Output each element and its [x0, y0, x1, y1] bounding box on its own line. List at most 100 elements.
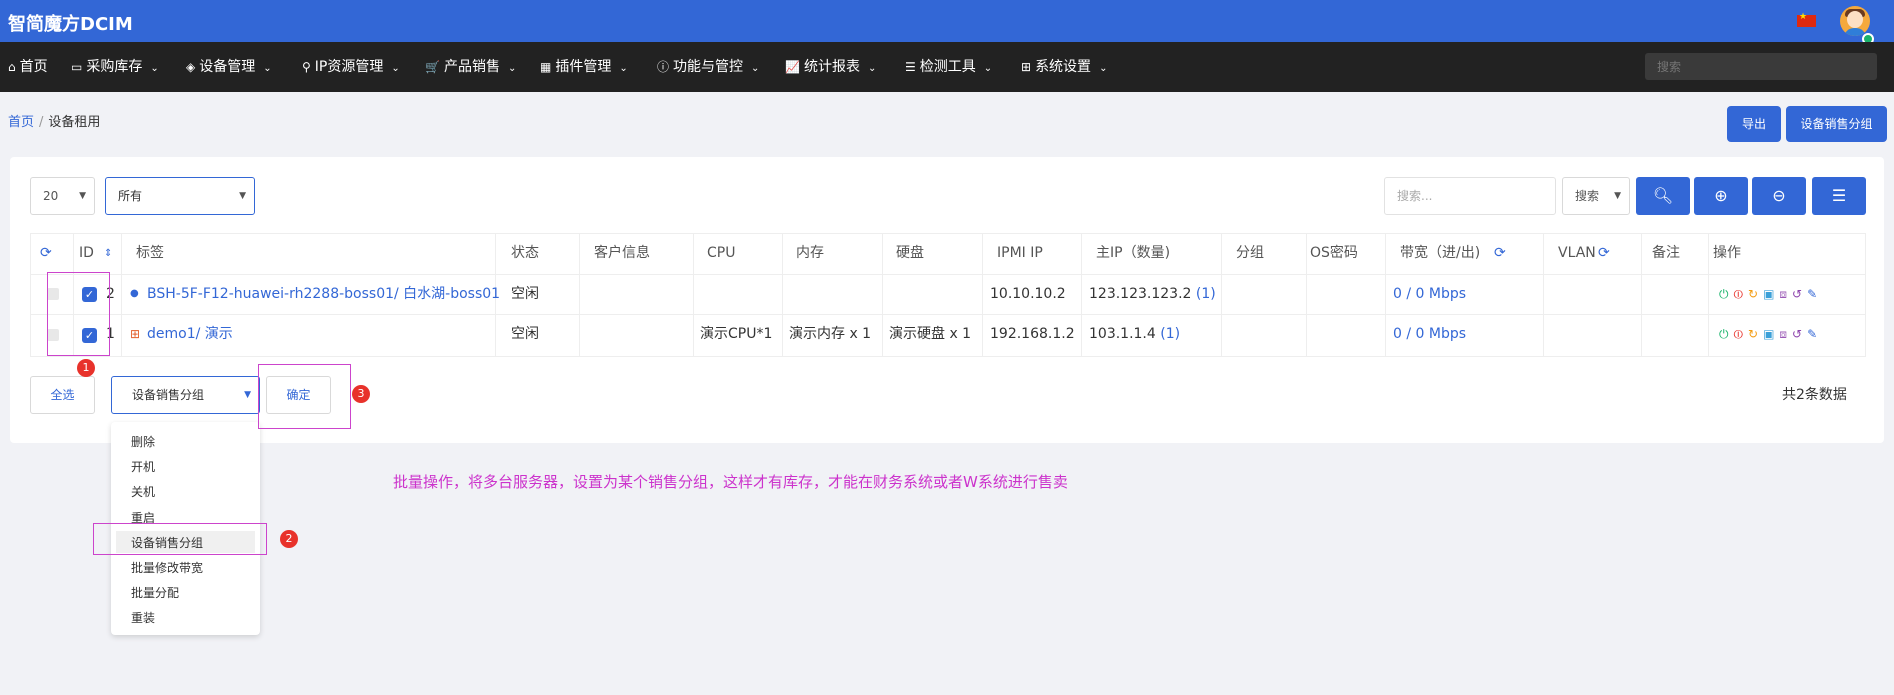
annotation-box-confirm — [258, 364, 351, 429]
reinstall-icon[interactable]: ↺ — [1792, 287, 1802, 301]
col-customer: 客户信息 — [594, 245, 650, 261]
zoom-out-icon: ⊖ — [1772, 186, 1786, 205]
avatar[interactable] — [1840, 6, 1870, 36]
device-label-link[interactable]: demo1/ 演示 — [147, 314, 233, 354]
chevron-down-icon: ⌄ — [619, 63, 628, 74]
top-bar — [0, 0, 1894, 42]
ip-count-link[interactable]: (1) — [1196, 286, 1216, 302]
nav-product-sales[interactable]: 🛒 产品销售 ⌄ — [425, 42, 516, 92]
power-off-icon[interactable]: ⏼ — [1734, 327, 1744, 341]
kvm-icon[interactable]: ⧈ — [1779, 287, 1787, 301]
sales-group-button[interactable]: 设备销售分组 — [1786, 106, 1887, 142]
dropdown-item-power-on[interactable]: 开机 — [131, 458, 155, 475]
nav-device-management[interactable]: ◈ 设备管理 ⌄ — [186, 42, 272, 92]
search-type-select[interactable]: 搜索 ▼ — [1562, 177, 1630, 215]
chevron-down-icon: ⌄ — [507, 63, 517, 74]
menu-icon: ☰ — [1831, 186, 1847, 205]
annotation-box-checkboxes — [47, 272, 110, 356]
dropdown-item-bandwidth[interactable]: 批量修改带宽 — [131, 559, 203, 576]
nav-reports[interactable]: 📈 统计报表 ⌄ — [785, 42, 876, 92]
os-circle-icon: ● — [130, 288, 139, 299]
row-disk: 演示硬盘 x 1 — [889, 326, 972, 342]
chevron-down-icon: ⌄ — [263, 63, 272, 74]
nav-functions-control[interactable]: ⓘ 功能与管控 ⌄ — [657, 42, 759, 92]
reinstall-icon[interactable]: ↺ — [1792, 327, 1802, 341]
breadcrumb-home[interactable]: 首页 — [8, 115, 34, 130]
chevron-down-icon: ⌄ — [1099, 63, 1108, 74]
caret-down-icon: ▼ — [239, 191, 246, 201]
caret-down-icon: ▼ — [244, 390, 251, 400]
nav-search-input[interactable] — [1645, 53, 1877, 80]
dropdown-item-assign[interactable]: 批量分配 — [131, 584, 179, 601]
col-id[interactable]: ID — [79, 233, 94, 274]
kvm-icon[interactable]: ⧈ — [1779, 327, 1787, 341]
cube-icon: ◈ — [186, 60, 196, 74]
restart-icon[interactable]: ↻ — [1748, 287, 1758, 301]
caret-down-icon: ▼ — [1614, 191, 1621, 201]
breadcrumb: 首页 / 设备租用 — [8, 115, 101, 130]
col-main-ip: 主IP（数量) — [1096, 245, 1171, 261]
col-remark: 备注 — [1652, 245, 1680, 261]
edit-icon[interactable]: ✎ — [1807, 287, 1817, 301]
row-status: 空闲 — [511, 326, 539, 342]
status-filter-select[interactable]: 所有 ▼ — [105, 177, 255, 215]
breadcrumb-current: 设备租用 — [48, 115, 101, 130]
caret-down-icon: ▼ — [79, 191, 86, 201]
annotation-marker-2: 2 — [280, 530, 298, 548]
row-main-ip: 123.123.123.2 (1) — [1089, 286, 1216, 302]
row-ipmi: 192.168.1.2 — [990, 326, 1075, 342]
grid-icon: ▦ — [540, 60, 552, 74]
page-size-select[interactable]: 20 ▼ — [30, 177, 95, 215]
chevron-down-icon: ⌄ — [391, 63, 400, 74]
nav-purchase-stock[interactable]: ▭ 采购库存 ⌄ — [71, 42, 159, 92]
ip-count-link[interactable]: (1) — [1160, 326, 1180, 342]
restart-icon[interactable]: ↻ — [1748, 327, 1758, 341]
col-ipmi: IPMI IP — [997, 245, 1043, 261]
power-on-icon[interactable]: ⏻ — [1719, 327, 1729, 341]
row-bandwidth[interactable]: 0 / 0 Mbps — [1393, 314, 1466, 354]
zoom-in-button[interactable]: ⊕ — [1694, 177, 1748, 215]
row-actions: ⏻ ⏼ ↻ ▣ ⧈ ↺ ✎ — [1719, 314, 1822, 354]
china-flag-icon[interactable] — [1797, 12, 1816, 27]
dropdown-item-reinstall[interactable]: 重装 — [131, 609, 155, 626]
dropdown-item-delete[interactable]: 删除 — [131, 433, 155, 450]
chevron-down-icon: ⌄ — [150, 63, 159, 74]
nav-system-settings[interactable]: ⊞ 系统设置 ⌄ — [1021, 42, 1107, 92]
row-bandwidth[interactable]: 0 / 0 Mbps — [1393, 274, 1466, 314]
chevron-down-icon: ⌄ — [751, 63, 760, 74]
export-button[interactable]: 导出 — [1727, 106, 1781, 142]
app-title[interactable]: 智简魔方DCIM — [8, 10, 133, 36]
nav-plugins[interactable]: ▦ 插件管理 ⌄ — [540, 42, 628, 92]
power-off-icon[interactable]: ⏼ — [1734, 287, 1744, 301]
menu-button[interactable]: ☰ — [1812, 177, 1866, 215]
table-search-input[interactable]: 搜索... — [1384, 177, 1556, 215]
zoom-in-icon: ⊕ — [1714, 186, 1728, 205]
power-on-icon[interactable]: ⏻ — [1719, 287, 1729, 301]
vlan-refresh-icon[interactable]: ⟳ — [1598, 233, 1610, 274]
search-icon: 🔍︎ — [1652, 186, 1674, 205]
dropdown-item-power-off[interactable]: 关机 — [131, 483, 155, 500]
info-icon: ⓘ — [657, 60, 670, 74]
console-icon[interactable]: ▣ — [1763, 287, 1774, 301]
row-main-ip: 103.1.1.4 (1) — [1089, 326, 1181, 342]
select-all-button[interactable]: 全选 — [30, 376, 95, 414]
nav-ip-resources[interactable]: ⚲ IP资源管理 ⌄ — [302, 42, 400, 92]
bulk-action-select[interactable]: 设备销售分组 ▼ — [111, 376, 260, 414]
annotation-marker-1: 1 — [77, 359, 95, 377]
zoom-out-button[interactable]: ⊖ — [1752, 177, 1806, 215]
sort-icon[interactable]: ⇕ — [104, 233, 112, 274]
console-icon[interactable]: ▣ — [1763, 327, 1774, 341]
row-cpu: 演示CPU*1 — [700, 326, 773, 342]
edit-icon[interactable]: ✎ — [1807, 327, 1817, 341]
col-label: 标签 — [136, 245, 164, 261]
row-status: 空闲 — [511, 286, 539, 302]
search-button[interactable]: 🔍︎ — [1636, 177, 1690, 215]
nav-detection-tools[interactable]: ☰ 检测工具 ⌄ — [905, 42, 992, 92]
refresh-icon[interactable]: ⟳ — [40, 233, 52, 274]
bandwidth-refresh-icon[interactable]: ⟳ — [1494, 233, 1506, 274]
annotation-box-option — [93, 523, 267, 555]
device-label-link[interactable]: BSH-5F-F12-huawei-rh2288-boss01/ 白水湖-bos… — [147, 274, 500, 314]
row-ipmi: 10.10.10.2 — [990, 286, 1066, 302]
nav-home[interactable]: ⌂ 首页 — [8, 42, 48, 92]
col-disk: 硬盘 — [896, 245, 924, 261]
